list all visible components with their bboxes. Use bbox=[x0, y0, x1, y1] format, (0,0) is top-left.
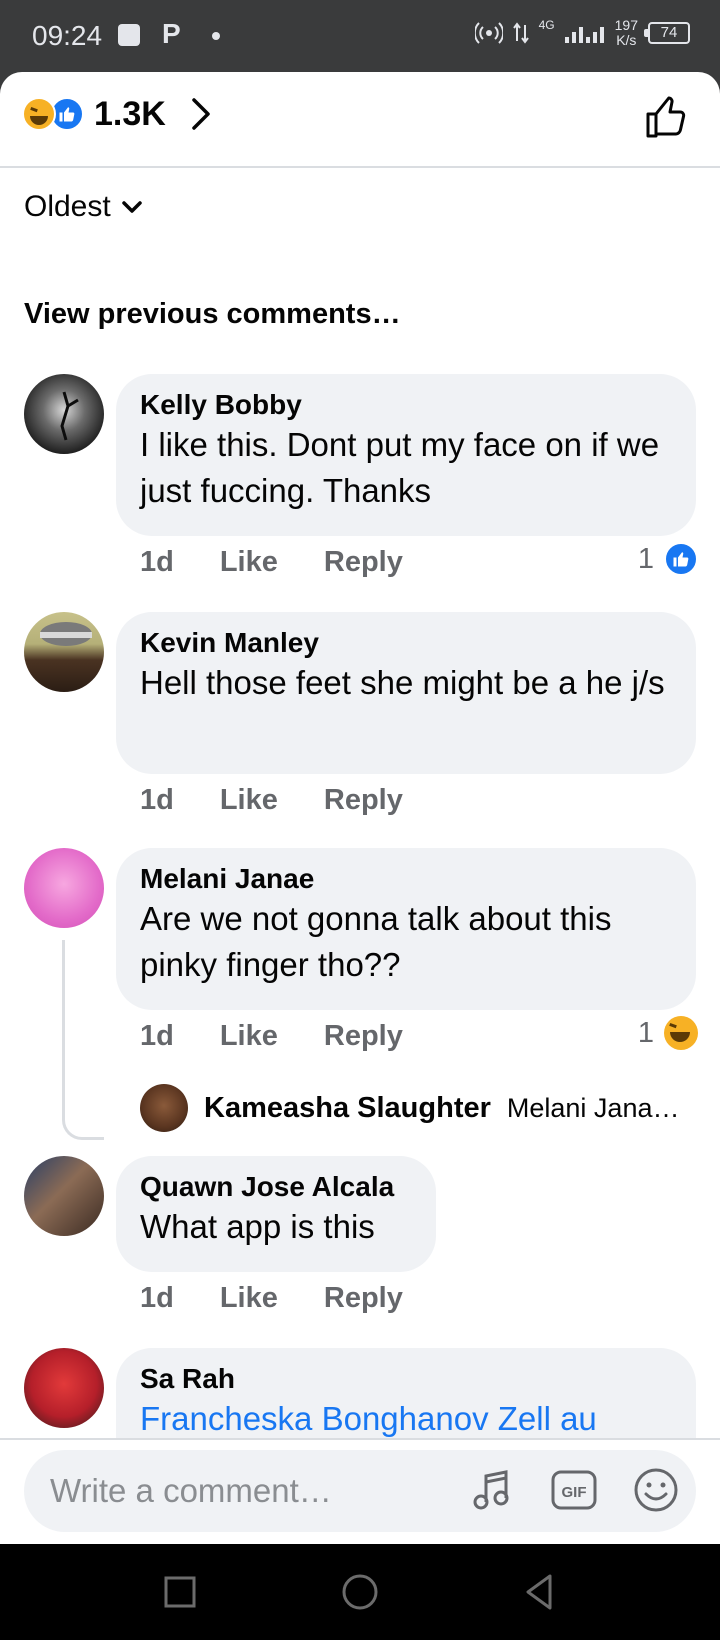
comment-text: What app is this bbox=[140, 1208, 375, 1245]
comment-author[interactable]: Kevin Manley bbox=[140, 626, 672, 660]
status-bar: 09:24 P 4G 197 K/s 74 bbox=[0, 0, 720, 72]
comment-text: I like this. Dont put my face on if we j… bbox=[140, 426, 660, 509]
chevron-right-icon bbox=[192, 98, 210, 130]
haha-icon bbox=[22, 97, 56, 131]
sort-dropdown[interactable]: Oldest bbox=[24, 190, 143, 224]
reply-button[interactable]: Reply bbox=[324, 1282, 403, 1315]
avatar[interactable] bbox=[24, 1156, 104, 1236]
comment-time[interactable]: 1d bbox=[140, 1020, 174, 1053]
avatar[interactable] bbox=[24, 1348, 104, 1428]
more-notifications-icon bbox=[212, 32, 220, 40]
comment-bubble: Quawn Jose Alcala What app is this bbox=[116, 1156, 436, 1272]
reply-button[interactable]: Reply bbox=[324, 784, 403, 817]
emoji-icon[interactable] bbox=[632, 1466, 680, 1514]
reply-button[interactable]: Reply bbox=[324, 546, 403, 579]
comment-reaction-count[interactable]: 1 bbox=[638, 542, 698, 576]
comment-bubble: Kelly Bobby I like this. Dont put my fac… bbox=[116, 374, 696, 536]
comment-actions: 1d Like Reply bbox=[140, 1020, 403, 1053]
reaction-count: 1.3K bbox=[94, 94, 166, 133]
like-button[interactable]: Like bbox=[220, 784, 278, 817]
speed-unit: K/s bbox=[616, 32, 637, 48]
reply-snippet: Melani Jana… bbox=[506, 1092, 680, 1123]
recents-icon[interactable] bbox=[156, 1568, 204, 1616]
avatar[interactable] bbox=[24, 612, 104, 692]
reply-button[interactable]: Reply bbox=[324, 1020, 403, 1053]
status-time: 09:24 bbox=[32, 20, 103, 51]
comment-composer: GIF bbox=[0, 1438, 720, 1544]
reply-author: Kameasha Slaughter bbox=[204, 1091, 491, 1124]
like-icon bbox=[664, 542, 698, 576]
comment-time[interactable]: 1d bbox=[140, 546, 174, 579]
comment-text[interactable]: Francheska Bonghanov Zell au bbox=[140, 1396, 672, 1442]
view-previous-comments-link[interactable]: View previous comments… bbox=[24, 298, 401, 331]
back-icon[interactable] bbox=[516, 1568, 564, 1616]
home-icon[interactable] bbox=[336, 1568, 384, 1616]
comment-time[interactable]: 1d bbox=[140, 1282, 174, 1315]
data-transfer-icon bbox=[512, 22, 529, 44]
parking-app-icon: P bbox=[162, 18, 181, 49]
comment-author[interactable]: Melani Janae bbox=[140, 862, 672, 896]
comment-text: Hell those feet she might be a he j/s bbox=[140, 664, 665, 701]
reply-thread-line bbox=[62, 940, 104, 1140]
system-nav-bar bbox=[0, 1544, 720, 1640]
comment-actions: 1d Like Reply bbox=[140, 784, 403, 817]
battery-icon: 74 bbox=[644, 22, 690, 44]
comment-reaction-count[interactable]: 1 bbox=[638, 1016, 698, 1050]
comment-author[interactable]: Kelly Bobby bbox=[140, 388, 672, 422]
comment-bubble: Kevin Manley Hell those feet she might b… bbox=[116, 612, 696, 774]
comment-author[interactable]: Quawn Jose Alcala bbox=[140, 1170, 412, 1204]
sort-label: Oldest bbox=[24, 190, 111, 223]
notification-square-icon bbox=[118, 24, 140, 46]
reaction-number: 1 bbox=[637, 1016, 654, 1049]
gif-icon[interactable]: GIF bbox=[550, 1466, 598, 1514]
speed-value: 197 bbox=[614, 17, 638, 33]
sheet-header: 1.3K bbox=[0, 72, 720, 168]
chevron-down-icon bbox=[121, 201, 142, 213]
comment-text: Are we not gonna talk about this pinky f… bbox=[140, 900, 612, 983]
network-type: 4G bbox=[538, 18, 555, 32]
network-speed: 197 K/s bbox=[615, 18, 638, 48]
comment-bubble: Melani Janae Are we not gonna talk about… bbox=[116, 848, 696, 1010]
comment-actions: 1d Like Reply bbox=[140, 546, 403, 579]
avatar[interactable] bbox=[24, 848, 104, 928]
comments-sheet: 1.3K Oldest View previous comments… Kell… bbox=[0, 72, 720, 1544]
thumbs-up-icon[interactable] bbox=[644, 94, 690, 140]
svg-text:GIF: GIF bbox=[562, 1484, 587, 1501]
comment-actions: 1d Like Reply bbox=[140, 1282, 403, 1315]
reaction-number: 1 bbox=[637, 542, 654, 575]
signal-icon bbox=[564, 27, 604, 43]
reply-preview[interactable]: Kameasha Slaughter Melani Jana… bbox=[140, 1084, 700, 1132]
hotspot-icon bbox=[474, 22, 503, 44]
like-button[interactable]: Like bbox=[220, 1020, 278, 1053]
reaction-summary-button[interactable]: 1.3K bbox=[22, 94, 216, 134]
like-button[interactable]: Like bbox=[220, 546, 278, 579]
avatar[interactable] bbox=[24, 374, 104, 454]
comment-author[interactable]: Sa Rah bbox=[140, 1362, 672, 1396]
haha-icon bbox=[664, 1016, 698, 1050]
status-indicators: 4G 197 K/s 74 bbox=[474, 18, 690, 48]
comment-time[interactable]: 1d bbox=[140, 784, 174, 817]
like-button[interactable]: Like bbox=[220, 1282, 278, 1315]
music-icon[interactable] bbox=[468, 1466, 516, 1514]
reply-avatar bbox=[140, 1084, 188, 1132]
